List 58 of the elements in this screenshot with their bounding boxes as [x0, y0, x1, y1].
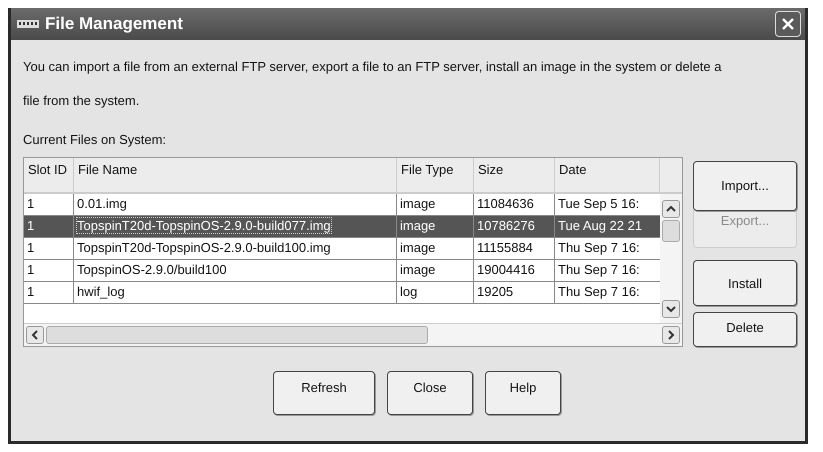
- table-cell: TopspinOS-2.9.0/build100: [77, 262, 227, 277]
- action-button[interactable]: Import...: [693, 161, 797, 211]
- column-header[interactable]: File Name: [74, 158, 397, 192]
- column-header[interactable]: Date: [555, 158, 660, 192]
- table-cell: 10786276: [477, 218, 535, 233]
- table-cell: 11084636: [477, 196, 534, 211]
- table-cell: image: [400, 262, 436, 277]
- scroll-left-button[interactable]: [26, 326, 44, 344]
- table-cell: log: [400, 284, 418, 299]
- table-row[interactable]: 1 TopspinT20d-TopspinOS-2.9.0-build077.img image 10786276 Tue Aug 22 21: [24, 216, 660, 238]
- table-cell: Tue Aug 22 21: [558, 218, 642, 233]
- table-cell: TopspinT20d-TopspinOS-2.9.0-build100.img: [77, 240, 331, 255]
- scroll-down-button[interactable]: [662, 300, 680, 318]
- table-cell: Thu Sep 7 16:: [558, 240, 640, 255]
- table-cell: Thu Sep 7 16:: [558, 262, 640, 277]
- dialog-button[interactable]: Help: [485, 371, 561, 415]
- table-cell: image: [400, 240, 436, 255]
- close-icon: [781, 17, 795, 31]
- action-button[interactable]: Delete: [693, 312, 797, 347]
- table-row[interactable]: 1 TopspinOS-2.9.0/build100 image 19004416 Thu Sep 7 16:: [24, 260, 660, 282]
- table-cell: 19205: [477, 284, 514, 299]
- table-cell: image: [400, 196, 436, 211]
- app-icon: [17, 19, 39, 29]
- dialog-button[interactable]: Refresh: [273, 371, 375, 415]
- table-cell: hwif_log: [77, 284, 125, 299]
- table-cell: image: [400, 218, 436, 233]
- close-button[interactable]: [775, 11, 801, 37]
- table-cell: 0.01.img: [77, 196, 127, 211]
- table-cell: Thu Sep 7 16:: [558, 284, 640, 299]
- table-cell: TopspinT20d-TopspinOS-2.9.0-build077.img: [77, 218, 331, 233]
- column-header[interactable]: Size: [474, 158, 555, 192]
- action-button[interactable]: Install: [693, 260, 797, 306]
- scroll-up-button[interactable]: [662, 200, 680, 218]
- chevron-down-icon: [666, 305, 676, 313]
- column-header[interactable]: Slot ID: [24, 158, 74, 192]
- horizontal-scrollbar[interactable]: [24, 323, 682, 346]
- table-cell: 1: [27, 218, 34, 233]
- table-cell: 19004416: [477, 262, 535, 277]
- scroll-thumb[interactable]: [46, 326, 428, 344]
- vertical-scrollbar[interactable]: [660, 194, 682, 323]
- scroll-right-button[interactable]: [662, 326, 680, 344]
- column-header[interactable]: File Type: [397, 158, 474, 192]
- chevron-left-icon: [31, 330, 39, 340]
- chevron-up-icon: [666, 205, 676, 213]
- table-cell: 1: [27, 240, 34, 255]
- table-cell: 11155884: [477, 240, 533, 255]
- table-cell: 1: [27, 284, 34, 299]
- table-cell: Tue Sep 5 16:: [558, 196, 640, 211]
- dialog-button[interactable]: Close: [387, 371, 473, 415]
- table-row[interactable]: 1 hwif_log log 19205 Thu Sep 7 16:: [24, 282, 660, 304]
- description-text: You can import a file from an external FTP server, export a file to an FTP server, install an image in the system or delete a file from the system.: [23, 58, 722, 110]
- table-label: Current Files on System:: [23, 132, 168, 147]
- table-cell: 1: [27, 262, 34, 277]
- scroll-thumb[interactable]: [662, 220, 680, 242]
- table-cell: 1: [27, 196, 34, 211]
- chevron-right-icon: [667, 330, 675, 340]
- table-row[interactable]: 1 TopspinT20d-TopspinOS-2.9.0-build100.img image 11155884 Thu Sep 7 16:: [24, 238, 660, 260]
- window-title: File Management: [45, 14, 184, 34]
